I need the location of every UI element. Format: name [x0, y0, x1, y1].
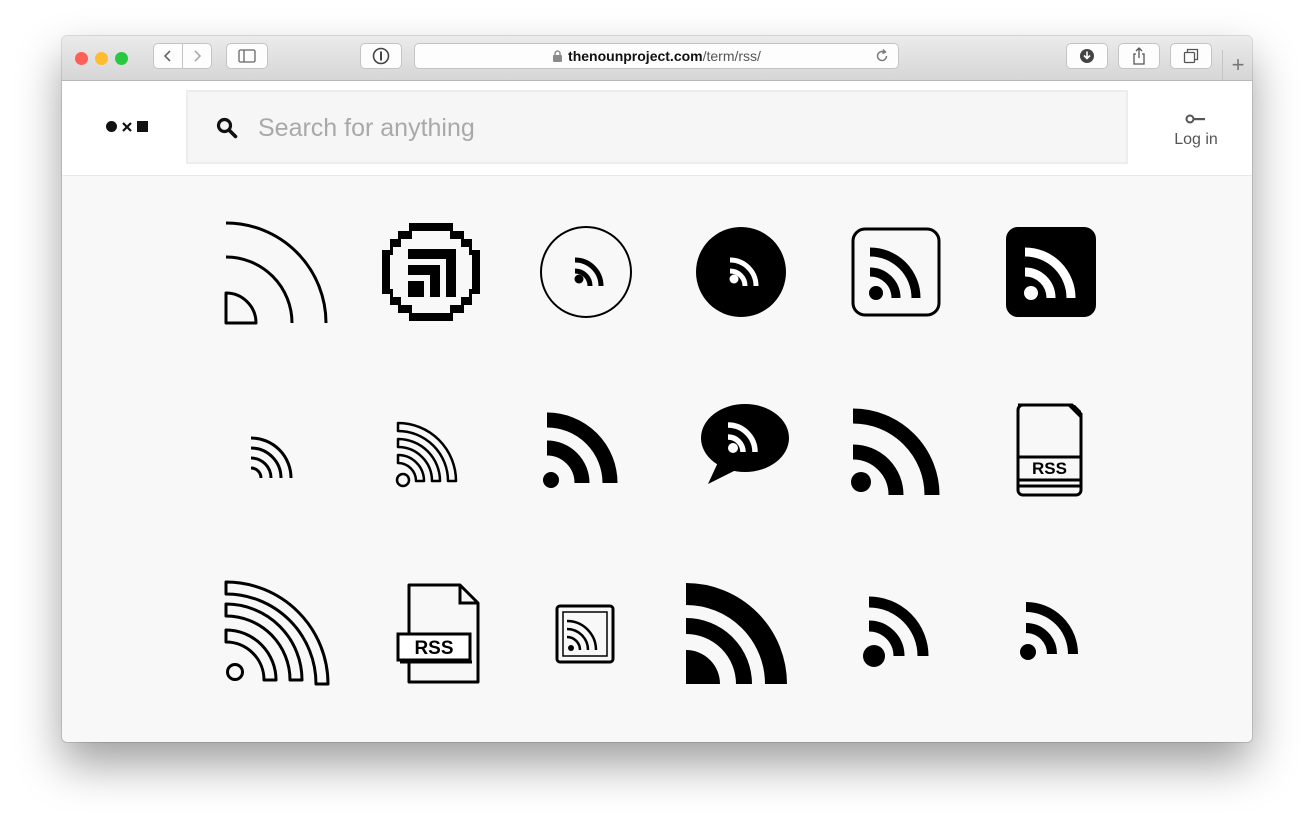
icon-result[interactable]	[531, 217, 641, 327]
browser-toolbar: thenounproject.com/term/rss/ +	[62, 36, 1252, 81]
url-host: thenounproject.com	[568, 48, 703, 64]
icon-result[interactable]	[221, 396, 331, 506]
login-label: Log in	[1174, 131, 1218, 148]
logo-cross-icon	[122, 121, 132, 132]
new-tab-button[interactable]: +	[1222, 50, 1252, 80]
icon-results-grid: RSS RSS	[62, 175, 1252, 742]
rss-bold-waves-icon	[543, 412, 618, 488]
rss-speech-bubble-icon	[701, 404, 789, 484]
rss-small-bold-icon	[1020, 602, 1078, 660]
rss-quarter-outline-icon	[224, 221, 328, 325]
icon-result[interactable]	[996, 217, 1106, 327]
chevron-left-icon	[163, 50, 171, 62]
rss-document-icon: RSS	[396, 583, 480, 684]
icon-result[interactable]	[531, 396, 641, 506]
close-window-button[interactable]	[75, 52, 88, 65]
download-icon	[1080, 49, 1094, 63]
rss-rounded-square-filled-icon	[1006, 227, 1096, 317]
rss-heavy-arcs-icon	[686, 583, 787, 685]
icon-result[interactable]	[841, 396, 951, 506]
sidebar-icon	[238, 49, 256, 63]
zoom-window-button[interactable]	[115, 52, 128, 65]
rss-thin-waves-icon	[250, 436, 293, 479]
rss-compact-bold-icon	[863, 596, 929, 667]
minimize-window-button[interactable]	[95, 52, 108, 65]
rss-circle-filled-icon	[696, 227, 786, 317]
password-manager-button[interactable]	[360, 43, 402, 69]
rss-file-icon: RSS	[1016, 403, 1083, 497]
browser-window: thenounproject.com/term/rss/ + Log in	[62, 36, 1252, 742]
tabs-overview-button[interactable]	[1170, 43, 1212, 69]
forward-button[interactable]	[182, 43, 212, 69]
rss-large-bold-icon	[851, 408, 940, 496]
lock-icon	[553, 50, 563, 62]
icon-result[interactable]	[686, 396, 796, 506]
onepassword-icon	[372, 47, 390, 65]
rss-outline-waves-icon	[395, 421, 458, 488]
icon-result[interactable]	[841, 578, 951, 688]
icon-result[interactable]	[996, 578, 1106, 688]
icon-result[interactable]	[686, 217, 796, 327]
share-icon	[1133, 47, 1145, 65]
rss-rounded-square-outline-icon	[851, 227, 941, 317]
icon-result[interactable]: RSS	[376, 578, 486, 688]
icon-result[interactable]	[686, 578, 796, 688]
icon-result[interactable]	[221, 217, 331, 327]
search-icon	[216, 117, 238, 139]
rss-small-square-icon	[555, 604, 615, 664]
rss-pixel-circle-icon	[382, 223, 480, 321]
chevron-right-icon	[194, 50, 202, 62]
icon-result[interactable]	[841, 217, 951, 327]
icon-result[interactable]	[531, 578, 641, 688]
site-header: Log in	[62, 81, 1252, 176]
rss-document-label: RSS	[414, 638, 453, 659]
key-icon	[1185, 114, 1205, 124]
rss-outline-feed-icon	[224, 580, 330, 686]
noun-project-logo[interactable]	[106, 121, 148, 132]
icon-result[interactable]	[221, 578, 331, 688]
logo-square-icon	[137, 121, 148, 132]
search-box[interactable]	[186, 90, 1128, 164]
back-button[interactable]	[153, 43, 183, 69]
logo-dot-icon	[106, 121, 117, 132]
downloads-button[interactable]	[1066, 43, 1108, 69]
tabs-icon	[1183, 48, 1199, 64]
icon-result[interactable]: RSS	[996, 396, 1106, 506]
address-bar[interactable]: thenounproject.com/term/rss/	[414, 43, 899, 69]
share-button[interactable]	[1118, 43, 1160, 69]
login-link[interactable]: Log in	[1166, 111, 1226, 149]
rss-circle-outline-icon	[540, 226, 632, 318]
sidebar-toggle-button[interactable]	[226, 43, 268, 69]
reload-icon[interactable]	[874, 48, 890, 64]
rss-file-label: RSS	[1032, 459, 1067, 478]
icon-result[interactable]	[376, 396, 486, 506]
url-path: /term/rss/	[702, 48, 761, 64]
icon-result[interactable]	[376, 217, 486, 327]
search-input[interactable]	[256, 108, 1100, 148]
